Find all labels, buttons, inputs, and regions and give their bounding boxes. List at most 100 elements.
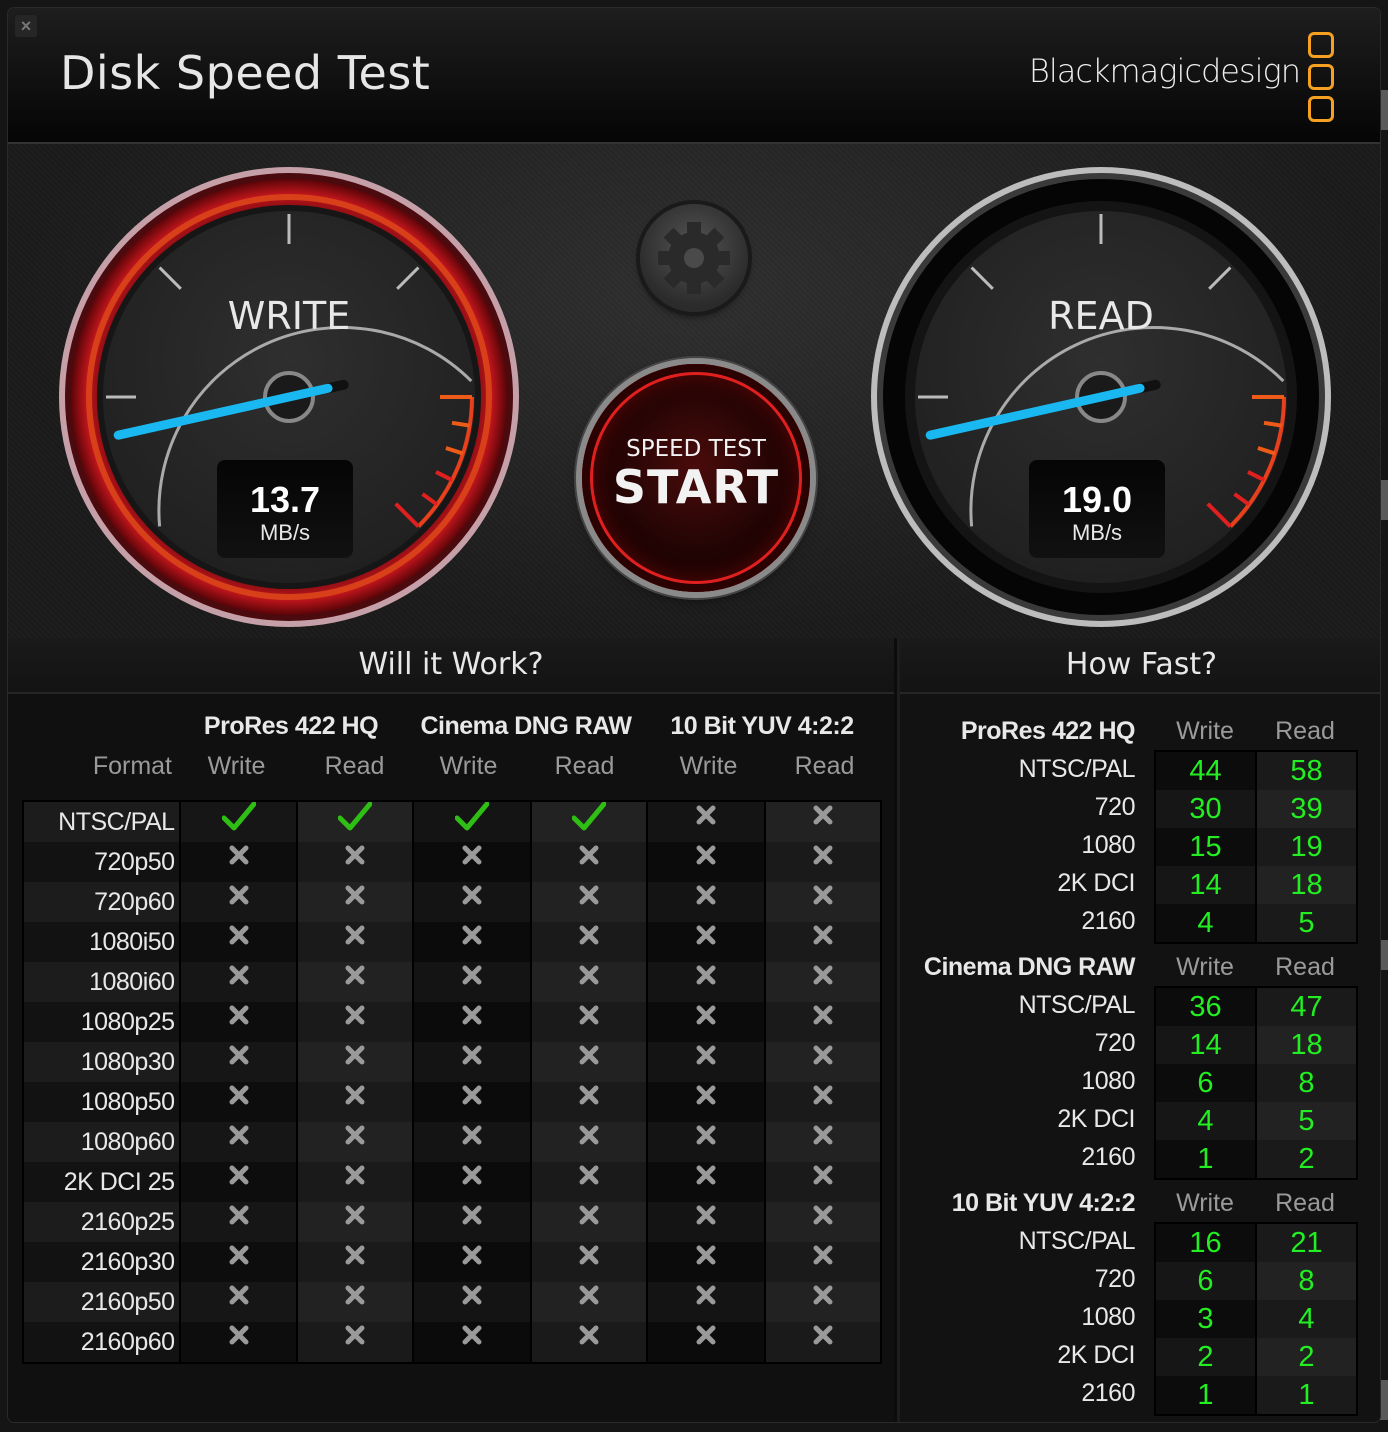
how-fast-format-label: NTSC/PAL xyxy=(1018,991,1136,1019)
cross-icon xyxy=(344,1042,366,1082)
cross-icon xyxy=(344,1122,366,1162)
cross-icon xyxy=(461,962,483,1002)
scrollbar-fragment xyxy=(1380,90,1388,130)
cross-icon xyxy=(461,1202,483,1242)
cross-icon xyxy=(812,1122,834,1162)
cross-icon xyxy=(695,842,717,882)
write-fps-value: 16 xyxy=(1156,1224,1255,1262)
cross-icon xyxy=(344,1242,366,1282)
result-cell xyxy=(532,1002,647,1042)
cross-icon xyxy=(228,1042,250,1082)
read-speed-value: 19.0 xyxy=(1061,479,1133,520)
format-label: 1080p50 xyxy=(24,1082,179,1122)
cross-icon xyxy=(461,1162,483,1202)
cross-icon xyxy=(344,842,366,882)
result-cell xyxy=(414,962,531,1002)
result-cell xyxy=(180,1202,297,1242)
result-cell xyxy=(298,1322,413,1362)
result-cell xyxy=(298,842,413,882)
table-row: NTSC/PAL xyxy=(24,801,880,842)
read-gauge-dial xyxy=(871,167,1331,627)
table-row: 2160p25 xyxy=(24,1202,880,1242)
cross-icon xyxy=(695,1122,717,1162)
write-gauge-label: WRITE xyxy=(227,294,351,338)
cross-icon xyxy=(695,1242,717,1282)
result-cell xyxy=(414,1202,531,1242)
cross-icon xyxy=(344,1202,366,1242)
cross-icon xyxy=(461,1082,483,1122)
result-cell xyxy=(766,1322,880,1362)
cross-icon xyxy=(228,962,250,1002)
read-fps-value: 2 xyxy=(1257,1140,1356,1178)
read-fps-value: 8 xyxy=(1257,1262,1356,1300)
result-cell xyxy=(414,1122,531,1162)
write-fps-value: 1 xyxy=(1156,1376,1255,1414)
redline-tick xyxy=(451,420,471,428)
cross-icon xyxy=(578,922,600,962)
cross-icon xyxy=(812,1202,834,1242)
cross-icon xyxy=(461,882,483,922)
format-label: 2160p60 xyxy=(24,1322,179,1362)
result-cell xyxy=(648,1282,765,1322)
read-fps-value: 39 xyxy=(1257,790,1356,828)
result-cell xyxy=(648,1042,765,1082)
start-speed-test-button[interactable]: SPEED TEST START xyxy=(582,364,810,592)
write-speed-value: 13.7 xyxy=(249,479,321,520)
result-cell xyxy=(766,1042,880,1082)
how-fast-format-label: 720 xyxy=(1094,793,1136,821)
result-cell xyxy=(180,1162,297,1202)
will-it-work-title: Will it Work? xyxy=(8,638,894,694)
write-fps-value: 4 xyxy=(1156,904,1255,942)
cross-icon xyxy=(812,1002,834,1042)
result-cell xyxy=(298,1082,413,1122)
how-fast-read-header: Read xyxy=(1275,717,1335,745)
result-cell xyxy=(766,962,880,1002)
how-fast-format-label: 2160 xyxy=(1081,1143,1135,1171)
cross-icon xyxy=(228,1122,250,1162)
format-label: 1080i50 xyxy=(24,922,179,962)
result-cell xyxy=(532,922,647,962)
how-fast-group: Cinema DNG RAW Write Read NTSC/PAL 720 1080… xyxy=(900,948,1380,1180)
cross-icon xyxy=(344,882,366,922)
cross-icon xyxy=(228,1002,250,1042)
result-cell xyxy=(298,1122,413,1162)
table-row: 2160p30 xyxy=(24,1242,880,1282)
result-cell xyxy=(298,1282,413,1322)
format-label: 2K DCI 25 xyxy=(24,1162,179,1202)
write-fps-value: 4 xyxy=(1156,1102,1255,1140)
write-fps-value: 2 xyxy=(1156,1338,1255,1376)
how-fast-write-header: Write xyxy=(1176,717,1234,745)
result-cell xyxy=(298,1162,413,1202)
read-fps-value: 8 xyxy=(1257,1064,1356,1102)
result-cell xyxy=(180,1082,297,1122)
settings-button[interactable] xyxy=(640,204,748,312)
format-header: Format xyxy=(92,752,172,780)
result-cell xyxy=(298,1202,413,1242)
how-fast-format-label: 2160 xyxy=(1081,907,1135,935)
table-row: 2160p50 xyxy=(24,1282,880,1322)
result-cell xyxy=(414,1322,531,1362)
cross-icon xyxy=(695,882,717,922)
cross-icon xyxy=(695,1322,717,1362)
cross-icon xyxy=(695,922,717,962)
result-cell xyxy=(414,1282,531,1322)
result-cell xyxy=(180,1282,297,1322)
result-cell xyxy=(532,842,647,882)
col-header: Read xyxy=(554,752,615,780)
cross-icon xyxy=(812,1162,834,1202)
result-cell xyxy=(532,882,647,922)
cross-icon xyxy=(461,1002,483,1042)
cross-icon xyxy=(228,1282,250,1322)
cross-icon xyxy=(228,1202,250,1242)
cross-icon xyxy=(461,1322,483,1362)
scrollbar-fragment xyxy=(1380,940,1388,970)
cross-icon xyxy=(812,1082,834,1122)
how-fast-format-label: NTSC/PAL xyxy=(1018,755,1136,783)
how-fast-format-label: 720 xyxy=(1094,1265,1136,1293)
cross-icon xyxy=(695,962,717,1002)
write-gauge: WRITE 13.7 MB/s xyxy=(54,162,524,632)
close-button[interactable]: × xyxy=(14,14,38,38)
start-button-caption: SPEED TEST xyxy=(626,436,766,462)
cross-icon xyxy=(228,922,250,962)
cross-icon xyxy=(461,1282,483,1322)
